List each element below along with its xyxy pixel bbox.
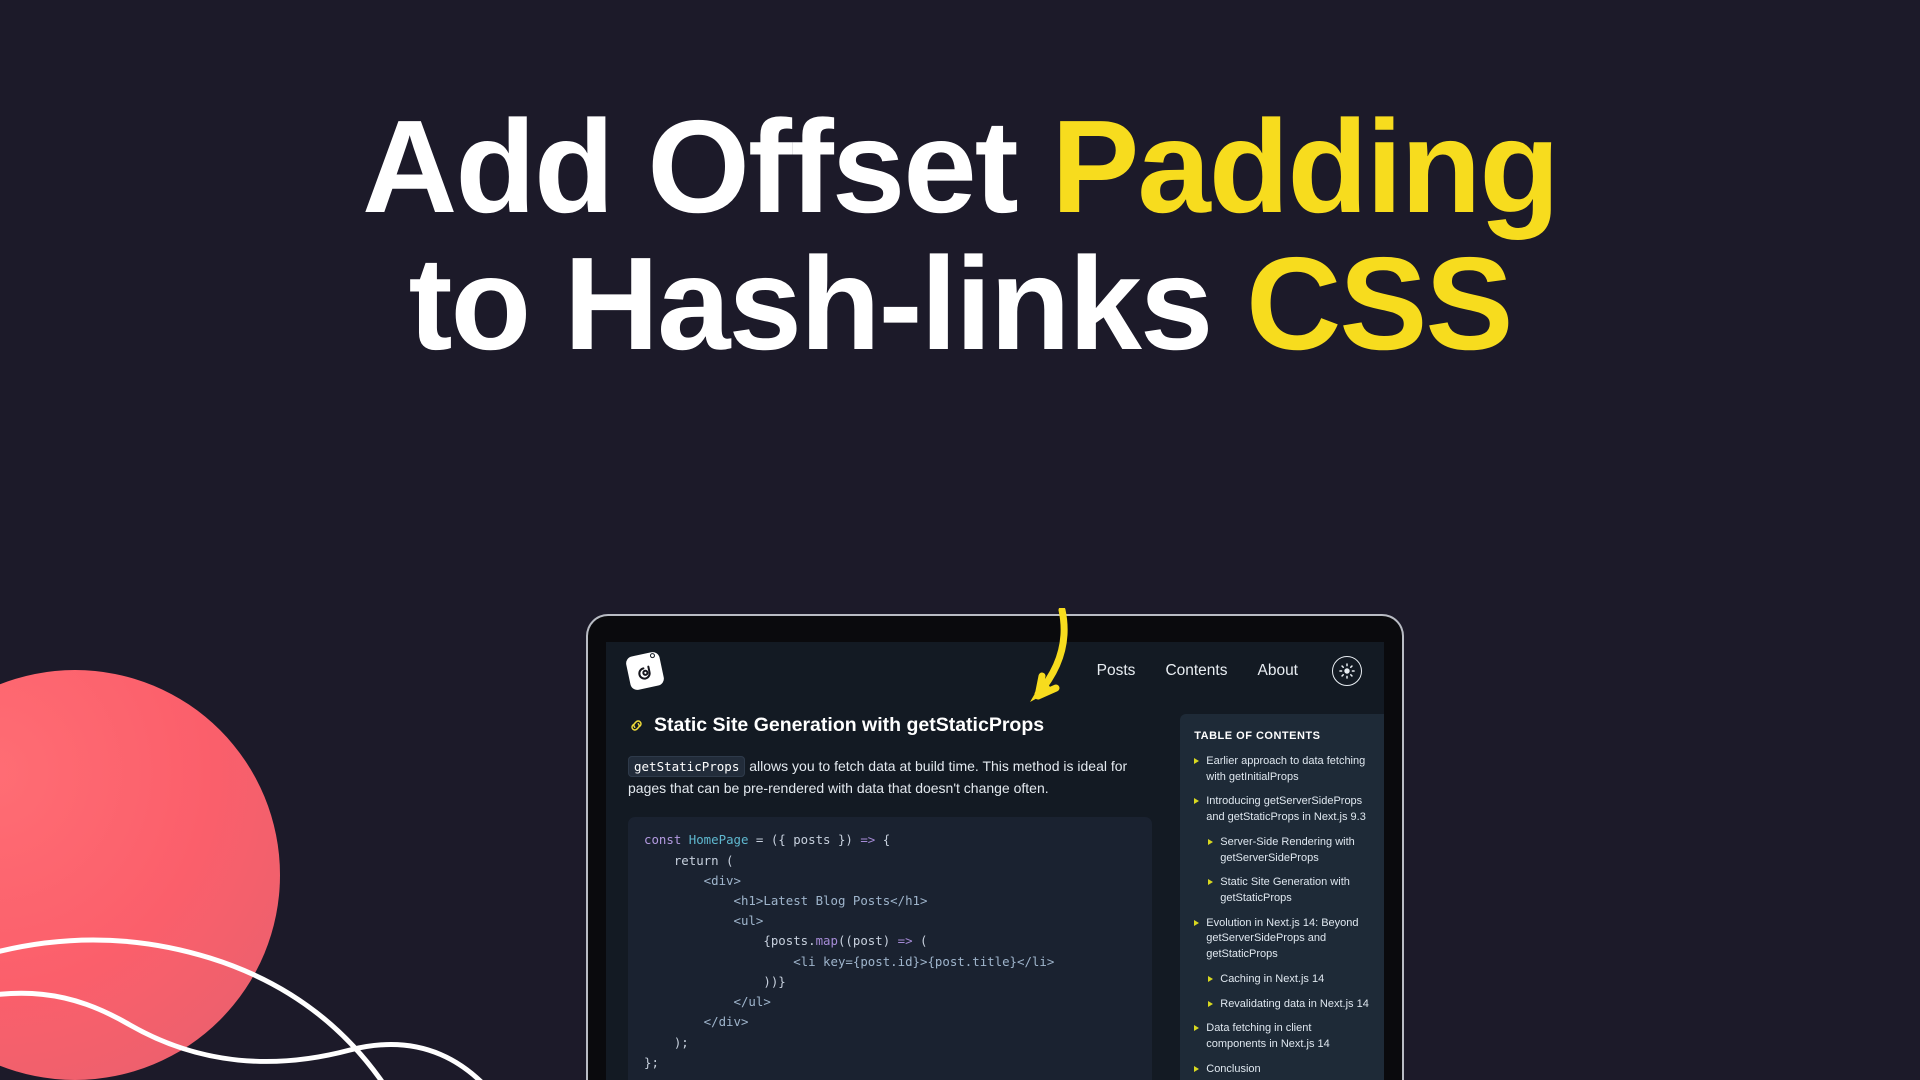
- toc-item-label: Conclusion: [1206, 1062, 1261, 1075]
- toc-item[interactable]: Earlier approach to data fetching with g…: [1194, 754, 1370, 785]
- code-line: return (: [644, 853, 734, 868]
- toc-item-label: Caching in Next.js 14: [1220, 972, 1325, 985]
- cover-image-canvas: Add Offset Padding to Hash-links CSS Pos…: [0, 0, 1920, 1080]
- code-line: </div>: [644, 1014, 749, 1030]
- decorative-artwork: [0, 670, 483, 1080]
- triangle-bullet-icon: [1208, 1000, 1214, 1007]
- toc-list: Earlier approach to data fetching with g…: [1194, 754, 1370, 1078]
- triangle-bullet-icon: [1194, 798, 1200, 805]
- code-line: <h1>Latest Blog Posts</h1>: [644, 893, 928, 909]
- code-token: map: [815, 933, 838, 949]
- code-line: </ul>: [644, 994, 771, 1009]
- title-line-2: to Hash-links CSS: [408, 230, 1514, 378]
- code-line: const HomePage = ({ posts }) => {: [644, 832, 890, 847]
- code-token: =>: [860, 832, 876, 848]
- nav-link-contents[interactable]: Contents: [1165, 662, 1227, 680]
- toc-item-label: Data fetching in client components in Ne…: [1206, 1022, 1330, 1051]
- site-navbar: Posts Contents About: [606, 642, 1384, 700]
- triangle-bullet-icon: [1208, 838, 1214, 845]
- code-token: <h1>Latest Blog Posts</h1>: [644, 893, 928, 909]
- code-line: ))}: [644, 973, 786, 989]
- toc-item[interactable]: Introducing getServerSideProps and getSt…: [1194, 794, 1370, 825]
- toc-item[interactable]: Evolution in Next.js 14: Beyond getServe…: [1194, 916, 1370, 963]
- code-token: (: [912, 933, 928, 949]
- nav-links-group: Posts Contents About: [1097, 656, 1362, 686]
- toc-item-label: Revalidating data in Next.js 14: [1220, 997, 1369, 1010]
- toc-item[interactable]: Data fetching in client components in Ne…: [1194, 1021, 1370, 1052]
- triangle-bullet-icon: [1208, 975, 1214, 982]
- article-heading-text: Static Site Generation with getStaticPro…: [654, 714, 1045, 736]
- triangle-bullet-icon: [1194, 919, 1200, 926]
- article-heading: Static Site Generation with getStaticPro…: [628, 714, 1152, 737]
- nav-link-posts[interactable]: Posts: [1097, 662, 1136, 680]
- toc-item[interactable]: Server-Side Rendering with getServerSide…: [1194, 835, 1370, 866]
- toc-item-label: Evolution in Next.js 14: Beyond getServe…: [1206, 916, 1359, 961]
- link-chain-icon[interactable]: [628, 717, 645, 734]
- toc-item-label: Earlier approach to data fetching with g…: [1206, 755, 1366, 783]
- nav-link-about[interactable]: About: [1257, 662, 1298, 680]
- article-paragraph: getStaticProps allows you to fetch data …: [628, 756, 1152, 799]
- code-line: };: [644, 1055, 659, 1070]
- toc-item-label: Static Site Generation with getStaticPro…: [1220, 876, 1350, 905]
- sun-icon[interactable]: [1332, 656, 1362, 686]
- inline-code-getstaticprops: getStaticProps: [628, 756, 746, 777]
- toc-item-label: Introducing getServerSideProps and getSt…: [1206, 795, 1366, 824]
- title-line-1: Add Offset Padding: [362, 93, 1560, 240]
- laptop-mockup: Posts Contents About Static Site Generat…: [586, 614, 1404, 1080]
- code-token: ))}: [644, 973, 786, 989]
- code-token: = ({ posts }): [755, 832, 861, 848]
- coral-circle-decoration: [0, 670, 280, 1080]
- page-title: Add Offset Padding to Hash-links CSS: [0, 98, 1920, 373]
- toc-item[interactable]: Conclusion: [1194, 1062, 1370, 1078]
- browser-screen: Posts Contents About Static Site Generat…: [606, 642, 1384, 1080]
- code-line: <ul>: [644, 913, 764, 929]
- triangle-bullet-icon: [1194, 1065, 1200, 1072]
- triangle-bullet-icon: [1208, 879, 1214, 886]
- code-block: const HomePage = ({ posts }) => { return…: [628, 817, 1153, 1080]
- logo-dot-icon: [650, 653, 655, 658]
- code-token: <li key={post.id}>{post.title}</li>: [644, 953, 1055, 969]
- code-token: {: [875, 832, 891, 848]
- toc-item[interactable]: Revalidating data in Next.js 14: [1194, 997, 1370, 1013]
- code-token: </ul>: [644, 994, 771, 1010]
- code-token: );: [644, 1034, 689, 1050]
- code-token: <div>: [644, 872, 741, 888]
- white-wave-lines-decoration: [0, 937, 483, 1080]
- toc-title: TABLE OF CONTENTS: [1194, 730, 1321, 742]
- code-token: return (: [644, 852, 734, 868]
- code-token: </div>: [644, 1014, 749, 1030]
- spiral-logo-icon[interactable]: [624, 650, 666, 692]
- code-token: {posts.: [644, 933, 816, 949]
- code-line: {posts.map((post) => (: [644, 933, 928, 949]
- code-line: <li key={post.id}>{post.title}</li>: [644, 954, 1054, 969]
- code-line: );: [644, 1035, 689, 1050]
- table-of-contents-panel: TABLE OF CONTENTS Earlier approach to da…: [1180, 714, 1384, 1080]
- article-column: Static Site Generation with getStaticPro…: [606, 700, 1172, 1080]
- code-token: };: [644, 1054, 659, 1070]
- code-token: ((post): [837, 933, 898, 949]
- code-token: =>: [897, 933, 913, 949]
- triangle-bullet-icon: [1194, 758, 1200, 764]
- toc-item[interactable]: Static Site Generation with getStaticPro…: [1194, 875, 1370, 906]
- code-token: const: [644, 832, 689, 848]
- toc-item[interactable]: Caching in Next.js 14: [1194, 972, 1370, 988]
- code-token: HomePage: [688, 832, 756, 848]
- toc-item-label: Server-Side Rendering with getServerSide…: [1220, 835, 1355, 864]
- page-body: Static Site Generation with getStaticPro…: [606, 700, 1384, 1080]
- triangle-bullet-icon: [1194, 1025, 1200, 1032]
- code-line: <div>: [644, 873, 741, 888]
- code-token: <ul>: [644, 913, 764, 929]
